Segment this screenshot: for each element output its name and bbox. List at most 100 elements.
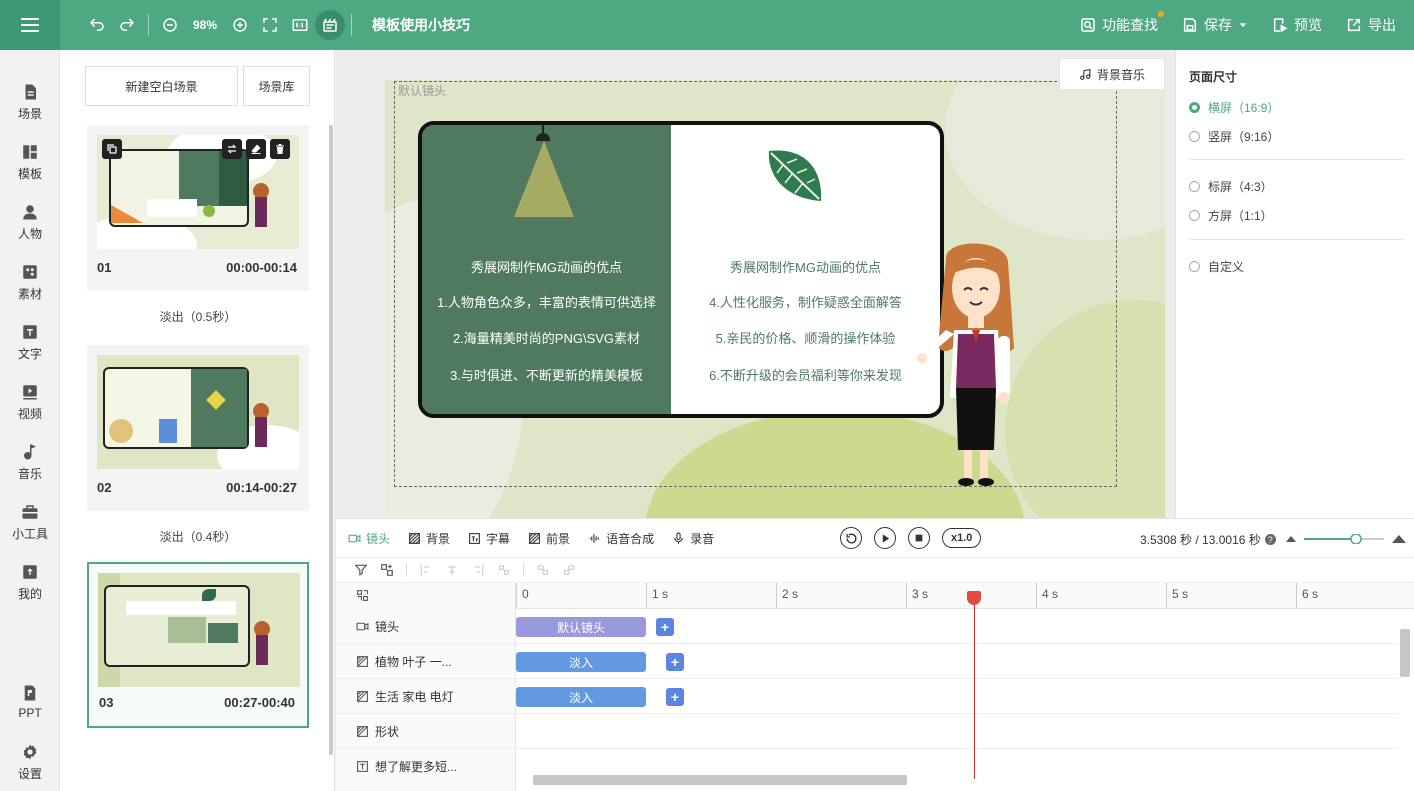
track-row-leaf[interactable]: 植物 叶子 一... 淡入 +: [336, 644, 1398, 679]
delete-scene-button[interactable]: [270, 139, 290, 159]
copy-scene-button[interactable]: [102, 139, 122, 159]
subtitle-icon: [469, 532, 480, 544]
filter-icon[interactable]: [354, 563, 368, 577]
playhead[interactable]: [974, 591, 975, 779]
merge-icon[interactable]: [562, 563, 576, 577]
stop-button[interactable]: [908, 527, 930, 549]
replay-button[interactable]: [840, 527, 862, 549]
scene-panel-scrollbar[interactable]: [329, 125, 333, 755]
page-size-option-16-9[interactable]: 横屏（16:9）: [1189, 99, 1279, 116]
track-row-lamp[interactable]: 生活 家电 电灯 淡入 +: [336, 679, 1398, 714]
nav-ppt[interactable]: PPT: [0, 677, 60, 727]
align-right-icon[interactable]: [471, 563, 485, 577]
scene-transition[interactable]: 淡出（0.4秒）: [87, 528, 309, 545]
zoom-in-button[interactable]: [225, 10, 255, 40]
tab-label: 镜头: [366, 531, 391, 546]
tab-tts[interactable]: 语音合成: [588, 530, 654, 547]
page-size-label: 竖屏（9:16）: [1208, 130, 1280, 144]
scene-thumbnail[interactable]: [97, 355, 299, 469]
tab-camera[interactable]: 镜头: [348, 530, 390, 547]
info-board[interactable]: 秀展网制作MG动画的优点 1.人物角色众多，丰富的表情可供选择 2.海量精美时尚…: [418, 121, 944, 418]
nav-music[interactable]: 音乐: [0, 437, 60, 487]
track-row-shape[interactable]: 形状: [336, 714, 1398, 749]
image-icon: [357, 656, 368, 667]
nav-text[interactable]: 文字: [0, 317, 60, 367]
scene-library-button[interactable]: 场景库: [243, 66, 310, 106]
arrange-icon[interactable]: [380, 563, 394, 577]
help-icon[interactable]: ?: [1264, 534, 1276, 545]
add-animation-button[interactable]: +: [666, 653, 684, 671]
add-animation-button[interactable]: +: [666, 688, 684, 706]
scene-card-03[interactable]: 03 00:27-00:40: [87, 562, 309, 728]
timeline-zoom-slider[interactable]: [1286, 534, 1406, 544]
export-label: 导出: [1368, 17, 1396, 33]
video-icon: [23, 384, 37, 399]
save-label: 保存: [1204, 17, 1232, 33]
save-button[interactable]: 保存: [1182, 15, 1248, 35]
nav-person[interactable]: 人物: [0, 197, 60, 247]
page-size-option-custom[interactable]: 自定义: [1189, 258, 1244, 275]
fit-screen-button[interactable]: [255, 10, 285, 40]
zoom-slider-handle[interactable]: [1350, 534, 1362, 544]
playback-speed-button[interactable]: x1.0: [942, 528, 982, 548]
camera-label: 默认镜头: [398, 84, 447, 98]
redo-button[interactable]: [112, 10, 142, 40]
scene-card-02[interactable]: 02 00:14-00:27: [87, 345, 309, 511]
track-row-camera[interactable]: 镜头 默认镜头 +: [336, 609, 1398, 644]
page-size-option-4-3[interactable]: 标屏（4:3）: [1189, 178, 1273, 195]
scene-card-01[interactable]: 01 00:00-00:14: [87, 125, 309, 291]
play-button[interactable]: [874, 527, 896, 549]
group-icon[interactable]: [356, 589, 369, 602]
board-left-title: 秀展网制作MG动画的优点: [471, 260, 622, 275]
subtitle-toggle-button[interactable]: [315, 10, 346, 40]
scene-number: 01: [97, 260, 112, 275]
tab-background[interactable]: 背景: [408, 530, 450, 547]
clear-scene-button[interactable]: [246, 139, 266, 159]
export-button[interactable]: 导出: [1346, 15, 1396, 35]
playhead-handle[interactable]: [967, 591, 981, 605]
split-icon[interactable]: [536, 563, 550, 577]
page-size-option-9-16[interactable]: 竖屏（9:16）: [1189, 128, 1279, 145]
character-figure[interactable]: [916, 238, 1036, 488]
replay-icon: [845, 533, 856, 544]
actual-size-button[interactable]: [285, 10, 315, 40]
tab-record[interactable]: 录音: [672, 530, 714, 547]
tab-subtitle[interactable]: 字幕: [468, 530, 510, 547]
tab-foreground[interactable]: 前景: [528, 530, 570, 547]
page-size-option-1-1[interactable]: 方屏（1:1）: [1189, 207, 1273, 224]
new-blank-scene-button[interactable]: 新建空白场景: [85, 66, 238, 106]
add-camera-clip-button[interactable]: +: [656, 618, 674, 636]
timeline-horizontal-scrollbar[interactable]: [533, 775, 907, 785]
clip-fade-in[interactable]: 淡入: [516, 652, 646, 672]
nav-video[interactable]: 视频: [0, 377, 60, 427]
nav-settings[interactable]: 设置: [0, 737, 60, 787]
zoom-small-icon[interactable]: [1286, 536, 1296, 542]
zoom-out-button[interactable]: [155, 10, 185, 40]
card-tools-left: [102, 139, 122, 159]
nav-template[interactable]: 模板: [0, 137, 60, 187]
nav-material[interactable]: 素材: [0, 257, 60, 307]
clip-default-camera[interactable]: 默认镜头: [516, 617, 646, 637]
align-center-icon[interactable]: [445, 563, 459, 577]
nav-mine[interactable]: 我的: [0, 557, 60, 607]
find-feature-button[interactable]: 功能查找: [1080, 11, 1164, 35]
preview-button[interactable]: 预览: [1272, 15, 1322, 35]
scene-transition[interactable]: 淡出（0.5秒）: [87, 308, 309, 325]
nav-toolbox[interactable]: 小工具: [0, 497, 60, 547]
menu-button[interactable]: [0, 0, 60, 50]
project-title[interactable]: 模板使用小技巧: [372, 15, 470, 35]
material-icon: [23, 264, 37, 279]
align-left-icon[interactable]: [419, 563, 433, 577]
distribute-icon[interactable]: [497, 563, 511, 577]
timeline-vertical-scrollbar[interactable]: [1400, 629, 1410, 677]
zoom-large-icon[interactable]: [1392, 535, 1406, 543]
swap-scene-button[interactable]: [222, 139, 242, 159]
microphone-icon: [674, 532, 683, 544]
leaf-icon: [768, 150, 822, 201]
clip-fade-in[interactable]: 淡入: [516, 687, 646, 707]
undo-button[interactable]: [82, 10, 112, 40]
time-ruler[interactable]: 0 1 s 2 s 3 s 4 s 5 s 6 s: [516, 583, 1414, 609]
background-music-button[interactable]: 背景音乐: [1059, 58, 1165, 90]
scene-thumbnail[interactable]: [98, 573, 300, 687]
nav-scene[interactable]: 场景: [0, 77, 60, 127]
